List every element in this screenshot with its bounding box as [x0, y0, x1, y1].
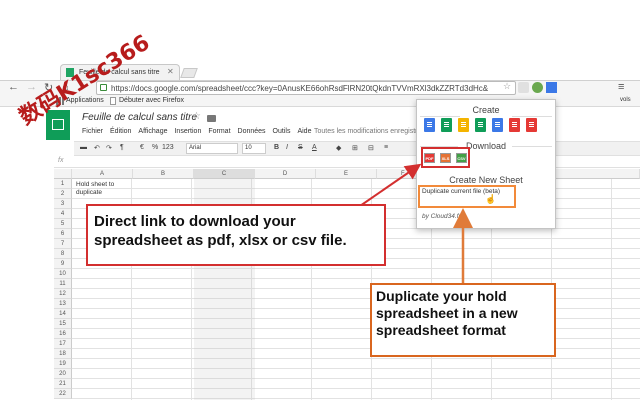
extension-icon[interactable]	[532, 82, 543, 93]
select-all-corner[interactable]	[54, 169, 72, 179]
address-url: https://docs.google.com/spreadsheet/ccc?…	[111, 84, 489, 93]
print-icon[interactable]: ▬	[80, 144, 87, 151]
fx-label: fx	[58, 157, 64, 164]
column-header[interactable]: E	[316, 169, 377, 179]
row-header[interactable]: 17	[54, 339, 72, 349]
new-file-icon[interactable]	[509, 118, 520, 132]
row-header[interactable]: 6	[54, 229, 72, 239]
menu-format[interactable]: Format	[208, 128, 230, 135]
paint-format-icon[interactable]: ¶	[120, 144, 124, 151]
new-form-icon[interactable]	[475, 118, 486, 132]
font-size-select[interactable]: 10	[242, 143, 266, 154]
bold-button[interactable]: B	[274, 144, 279, 151]
column-header[interactable]: C	[194, 169, 255, 179]
undo-icon[interactable]: ↶	[94, 144, 100, 152]
row-header[interactable]: 18	[54, 349, 72, 359]
row-header[interactable]: 22	[54, 389, 72, 399]
new-presentation-icon[interactable]	[458, 118, 469, 132]
merge-icon[interactable]: ⊟	[368, 144, 374, 152]
new-document-icon[interactable]	[424, 118, 435, 132]
align-icon[interactable]: ≡	[384, 144, 388, 151]
other-bookmarks[interactable]: vols	[620, 97, 631, 103]
row-header[interactable]: 15	[54, 319, 72, 329]
fill-color-icon[interactable]: ◆	[336, 144, 341, 152]
download-xls-icon[interactable]: XLS	[440, 153, 451, 163]
create-new-sheet-heading: Create New Sheet	[449, 175, 523, 185]
row-header[interactable]: 14	[54, 309, 72, 319]
cloud34-extension-icon[interactable]	[546, 82, 557, 93]
cell-a1[interactable]: Hold sheet to duplicate	[76, 181, 132, 197]
divider	[420, 116, 460, 117]
menu-donnees[interactable]: Données	[238, 128, 266, 135]
hand-cursor-icon: ☝	[485, 194, 497, 204]
column-header[interactable]: B	[133, 169, 194, 179]
row-header[interactable]: 1	[54, 179, 72, 189]
download-callout: Direct link to download your spreadsheet…	[86, 204, 386, 266]
row-header[interactable]: 13	[54, 299, 72, 309]
row-header[interactable]: 12	[54, 289, 72, 299]
currency-button[interactable]: €	[140, 144, 144, 151]
borders-icon[interactable]: ⊞	[352, 144, 358, 152]
bookmark-star-icon[interactable]: ☆	[503, 81, 511, 92]
row-header[interactable]: 20	[54, 369, 72, 379]
text-color-button[interactable]: A	[312, 144, 317, 151]
menu-insertion[interactable]: Insertion	[174, 128, 201, 135]
number-format-button[interactable]: 123	[162, 144, 174, 151]
menu-aide[interactable]: Aide	[297, 128, 311, 135]
close-tab-icon[interactable]: ✕	[167, 67, 174, 76]
extension-icon[interactable]	[518, 82, 529, 93]
row-header[interactable]: 16	[54, 329, 72, 339]
row-header[interactable]: 9	[54, 259, 72, 269]
divider	[512, 146, 552, 147]
strikethrough-button[interactable]: S	[298, 144, 303, 151]
redo-icon[interactable]: ↷	[106, 144, 112, 152]
italic-button[interactable]: I	[286, 144, 288, 151]
new-pdf-icon[interactable]	[526, 118, 537, 132]
row-header[interactable]: 8	[54, 249, 72, 259]
divider	[512, 116, 552, 117]
row-header[interactable]: 10	[54, 269, 72, 279]
download-pdf-icon[interactable]: PDF	[424, 153, 435, 163]
browser-menu-icon[interactable]: ≡	[618, 81, 624, 93]
create-heading: Create	[472, 105, 500, 115]
row-header[interactable]: 7	[54, 239, 72, 249]
percent-button[interactable]: %	[152, 144, 158, 151]
font-select[interactable]: Arial	[186, 143, 238, 154]
download-csv-icon[interactable]: CSV	[456, 153, 467, 163]
back-icon[interactable]: ←	[8, 81, 19, 93]
column-header[interactable]: D	[255, 169, 316, 179]
byline: by Cloud34.fr	[422, 213, 461, 220]
bookmark-firefox[interactable]: Débuter avec Firefox	[119, 97, 184, 104]
column-header[interactable]: A	[72, 169, 133, 179]
duplicate-callout: Duplicate your hold spreadsheet in a new…	[370, 283, 556, 357]
address-bar[interactable]: https://docs.google.com/spreadsheet/ccc?…	[96, 81, 516, 95]
menu-outils[interactable]: Outils	[273, 128, 291, 135]
new-drawing-icon[interactable]	[492, 118, 503, 132]
row-header[interactable]: 4	[54, 209, 72, 219]
folder-icon[interactable]	[207, 115, 216, 122]
new-spreadsheet-icon[interactable]	[441, 118, 452, 132]
save-status: Toutes les modifications enregistré	[314, 128, 422, 135]
row-header[interactable]: 2	[54, 189, 72, 199]
star-icon[interactable]: ☆	[192, 111, 201, 122]
row-header[interactable]: 5	[54, 219, 72, 229]
watermark-container: 数码K1sc366	[12, 30, 160, 136]
row-header[interactable]: 3	[54, 199, 72, 209]
row-header[interactable]: 19	[54, 359, 72, 369]
row-header[interactable]: 21	[54, 379, 72, 389]
row-header[interactable]: 11	[54, 279, 72, 289]
